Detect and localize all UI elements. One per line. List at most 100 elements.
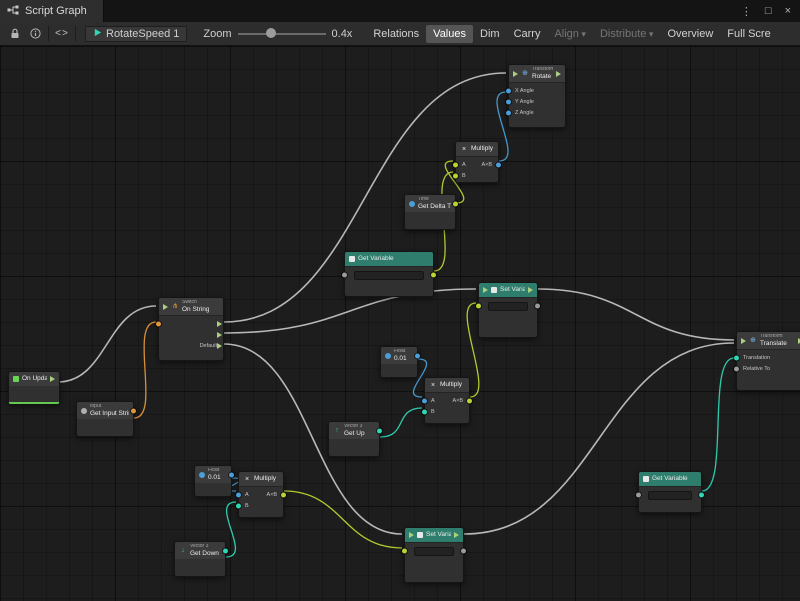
port-dot[interactable] xyxy=(229,472,234,477)
port-dot[interactable] xyxy=(699,493,704,498)
variable-icon xyxy=(349,256,355,262)
arrow-down-icon: ↓ xyxy=(179,547,187,554)
port-dot[interactable] xyxy=(281,493,286,498)
port-dot[interactable] xyxy=(535,304,540,309)
flow-port-out[interactable] xyxy=(50,376,55,382)
tab-script-graph[interactable]: Script Graph xyxy=(0,0,104,22)
flow-port-in[interactable] xyxy=(163,304,168,310)
graph-asset-icon xyxy=(93,28,102,40)
flow-port-in[interactable] xyxy=(513,71,518,77)
node-multiply-top[interactable]: ×MultiplyAA×BB xyxy=(455,141,499,183)
port-dot[interactable] xyxy=(453,201,458,206)
port-dot[interactable] xyxy=(223,548,228,553)
flow-port-rout[interactable] xyxy=(217,321,222,327)
toolbar-button-dim[interactable]: Dim xyxy=(473,25,507,43)
variable-name-field[interactable] xyxy=(354,271,424,280)
edge-orange xyxy=(134,322,156,418)
node-title: Get Delta Time xyxy=(418,203,451,210)
port-dot[interactable] xyxy=(453,174,458,179)
node-get-delta-time[interactable]: TimeGet Delta Time xyxy=(404,194,456,230)
port-dot[interactable] xyxy=(506,89,511,94)
port-dot[interactable] xyxy=(476,304,481,309)
transform-icon: ⊕ xyxy=(521,70,529,77)
port-dot[interactable] xyxy=(422,410,427,415)
port-dot[interactable] xyxy=(467,399,472,404)
port-dot[interactable] xyxy=(461,549,466,554)
port-label: Z Angle xyxy=(515,110,534,116)
port-dot[interactable] xyxy=(402,549,407,554)
flow-port-in[interactable] xyxy=(483,287,488,293)
variable-name-field[interactable] xyxy=(648,491,692,500)
port-dot[interactable] xyxy=(506,100,511,105)
port-dot[interactable] xyxy=(431,273,436,278)
lock-icon[interactable] xyxy=(5,24,25,43)
toolbar-button-values[interactable]: Values xyxy=(426,25,473,43)
flow-port-rout[interactable] xyxy=(217,332,222,338)
toolbar-buttons: Relations Values Dim Carry Align Distrib… xyxy=(366,25,777,43)
flow-port-rout[interactable] xyxy=(217,343,222,349)
flow-port-out[interactable] xyxy=(454,532,459,538)
node-title: 0.01 xyxy=(394,355,407,362)
graph-reference[interactable]: RotateSpeed 1 xyxy=(85,26,187,42)
flow-port-out[interactable] xyxy=(528,287,533,293)
node-title: Translate xyxy=(760,340,787,347)
port-dot[interactable] xyxy=(453,163,458,168)
variable-name-field[interactable] xyxy=(414,547,454,556)
port-dot[interactable] xyxy=(131,408,136,413)
port-dot[interactable] xyxy=(415,353,420,358)
flow-port-in[interactable] xyxy=(741,338,746,344)
port-dot[interactable] xyxy=(496,163,501,168)
info-icon[interactable] xyxy=(25,24,45,43)
flow-port-out[interactable] xyxy=(556,71,561,77)
port-dot[interactable] xyxy=(734,367,739,372)
node-float-low[interactable]: Float0.01 xyxy=(194,465,232,497)
port-dot[interactable] xyxy=(236,504,241,509)
code-icon[interactable]: <> xyxy=(52,24,72,43)
zoom-value: 0.4x xyxy=(332,28,353,40)
window-close-icon[interactable]: × xyxy=(785,5,791,17)
port-label: Default xyxy=(200,343,217,349)
node-vector3-get-up[interactable]: ↑Vector 3Get Up xyxy=(328,421,380,457)
node-switch-on-string[interactable]: ⋔SwitchOn StringDefault xyxy=(158,297,224,361)
port-dot[interactable] xyxy=(506,111,511,116)
node-translate[interactable]: ⊕TransformTranslateTranslationRelative T… xyxy=(736,331,800,391)
multiply-icon: × xyxy=(243,476,251,483)
node-vector3-get-down[interactable]: ↓Vector 3Get Down xyxy=(174,541,226,577)
node-title: On Update xyxy=(22,375,47,382)
graph-canvas[interactable]: On Update InputGet Input Strin ⋔SwitchOn S… xyxy=(0,46,800,601)
zoom-slider[interactable] xyxy=(238,24,326,43)
port-dot[interactable] xyxy=(422,399,427,404)
port-dot[interactable] xyxy=(156,322,161,327)
flow-port-in[interactable] xyxy=(409,532,414,538)
node-title: Multiply xyxy=(471,145,493,152)
toolbar: <> RotateSpeed 1 Zoom 0.4x Relations Val… xyxy=(0,22,800,46)
port-dot[interactable] xyxy=(636,493,641,498)
node-multiply-low[interactable]: ×MultiplyAA×BB xyxy=(238,471,284,518)
port-dot[interactable] xyxy=(342,273,347,278)
node-get-input-string[interactable]: InputGet Input Strin xyxy=(76,401,134,437)
node-set-variable-mid[interactable]: Set Variable xyxy=(478,282,538,338)
node-title: Multiply xyxy=(254,475,276,482)
node-multiply-mid[interactable]: ×MultiplyAA×BB xyxy=(424,377,470,424)
node-float-mid[interactable]: Float0.01 xyxy=(380,346,418,378)
port-dot[interactable] xyxy=(734,356,739,361)
toolbar-button-fullscreen[interactable]: Full Scre xyxy=(720,25,777,43)
node-on-update[interactable]: On Update xyxy=(8,371,60,404)
node-rotate[interactable]: ⊕TransformRotateX AngleY AngleZ Angle xyxy=(508,64,566,128)
toolbar-button-overview[interactable]: Overview xyxy=(660,25,720,43)
node-get-variable-top[interactable]: Get Variable xyxy=(344,251,434,297)
tab-title: Script Graph xyxy=(25,5,87,17)
node-set-variable-bottom[interactable]: Set Variable xyxy=(404,527,464,583)
port-label: A xyxy=(245,492,249,498)
node-get-variable-right[interactable]: Get Variable xyxy=(638,471,702,513)
port-label: Y Angle xyxy=(515,99,534,105)
node-title: Get Input Strin xyxy=(90,410,129,417)
toolbar-button-carry[interactable]: Carry xyxy=(507,25,548,43)
window-maximize-icon[interactable]: □ xyxy=(765,5,772,17)
toolbar-button-relations[interactable]: Relations xyxy=(366,25,426,43)
variable-name-field[interactable] xyxy=(488,302,528,311)
zoom-slider-handle[interactable] xyxy=(266,28,276,38)
port-dot[interactable] xyxy=(377,428,382,433)
window-menu-icon[interactable]: ⋮ xyxy=(741,5,752,18)
port-dot[interactable] xyxy=(236,493,241,498)
